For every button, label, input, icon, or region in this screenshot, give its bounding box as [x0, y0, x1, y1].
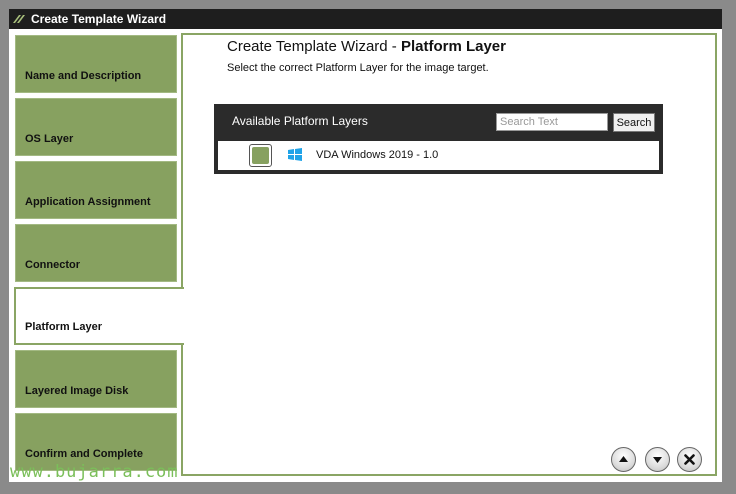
wizard-window: Create Template Wizard Name and Descript… — [9, 9, 722, 482]
grid-header: Available Platform Layers Search — [214, 104, 663, 140]
table-row[interactable]: VDA Windows 2019 - 1.0 — [218, 141, 659, 170]
next-step-button[interactable] — [645, 447, 670, 472]
row-label: VDA Windows 2019 - 1.0 — [316, 149, 439, 161]
row-select-checkbox[interactable] — [249, 144, 272, 167]
wizard-body: Name and Description OS Layer Applicatio… — [9, 29, 722, 482]
step-layered-image-disk[interactable]: Layered Image Disk — [15, 350, 177, 408]
step-label: Application Assignment — [25, 196, 151, 208]
app-logo-icon — [13, 15, 25, 23]
title-bar: Create Template Wizard — [9, 9, 722, 29]
step-label: OS Layer — [25, 133, 74, 145]
windows-icon — [288, 148, 302, 161]
arrow-down-icon — [653, 457, 662, 463]
page-subtitle: Select the correct Platform Layer for th… — [227, 62, 489, 74]
window-title: Create Template Wizard — [31, 12, 167, 26]
step-application-assignment[interactable]: Application Assignment — [15, 161, 177, 219]
page-title-strong: Platform Layer — [400, 38, 506, 55]
watermark: www.bujarra.com — [10, 462, 179, 482]
step-os-layer[interactable]: OS Layer — [15, 98, 177, 156]
step-label: Layered Image Disk — [25, 385, 129, 397]
step-label: Name and Description — [25, 70, 142, 82]
page-title: Create Template Wizard - Platform Layer — [227, 38, 506, 55]
search-input[interactable] — [496, 113, 608, 131]
grid-title: Available Platform Layers — [232, 114, 368, 128]
platform-layer-grid: Available Platform Layers Search VDA Win… — [214, 104, 663, 174]
arrow-up-icon — [619, 456, 628, 462]
close-icon — [684, 454, 695, 465]
step-label: Connector — [25, 259, 80, 271]
page-title-prefix: Create Template Wizard - — [227, 38, 401, 55]
step-connector[interactable]: Connector — [15, 224, 177, 282]
step-label: Platform Layer — [25, 321, 103, 333]
close-wizard-button[interactable] — [677, 447, 702, 472]
step-content-panel — [181, 33, 717, 476]
step-platform-layer[interactable]: Platform Layer — [14, 287, 184, 345]
step-name-and-description[interactable]: Name and Description — [15, 35, 177, 93]
previous-step-button[interactable] — [611, 447, 636, 472]
search-button[interactable]: Search — [613, 113, 655, 132]
step-label: Confirm and Complete — [25, 448, 143, 460]
